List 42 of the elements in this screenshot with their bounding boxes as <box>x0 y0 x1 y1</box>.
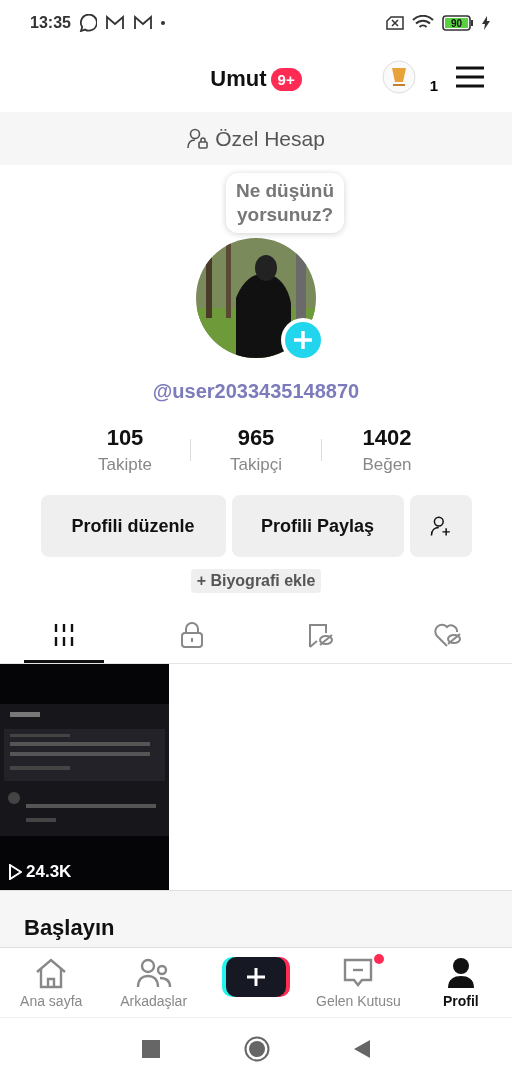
charging-icon <box>482 16 490 30</box>
profile-name: Umut <box>210 66 267 92</box>
nav-item[interactable]: Gelen Kutusu <box>307 948 410 1017</box>
add-bio-button[interactable]: + Biyografi ekle <box>190 569 322 593</box>
grid-icon <box>52 622 76 647</box>
play-icon <box>8 864 22 880</box>
back-icon[interactable] <box>354 1040 370 1058</box>
lock-icon <box>179 620 205 649</box>
message-icon <box>342 956 375 989</box>
thought-bubble[interactable]: Ne düşünü yorsunuz? <box>226 173 344 233</box>
home-button-icon[interactable] <box>244 1036 270 1062</box>
menu-icon[interactable] <box>456 66 484 88</box>
stat-label: Takipte <box>98 455 152 475</box>
battery-icon: 90 <box>442 15 474 31</box>
stat-label: Takipçi <box>230 455 282 475</box>
nav-item[interactable]: Ana sayfa <box>0 948 103 1017</box>
mail-icon <box>132 15 153 31</box>
share-profile-button[interactable]: Profili Paylaş <box>231 495 404 557</box>
coin-count: 1 <box>429 77 438 94</box>
stat-label: Beğen <box>362 455 412 475</box>
notification-badge: 9+ <box>270 67 302 91</box>
sim-off-icon <box>386 16 404 30</box>
add-friend-button[interactable] <box>409 495 472 557</box>
username: @user2033435148870 <box>152 380 360 403</box>
stat-value: 105 <box>106 425 144 451</box>
plus-icon <box>246 966 266 987</box>
chat-app-icon <box>78 14 97 32</box>
status-time: 13:35 <box>30 14 71 32</box>
person-icon <box>445 956 476 989</box>
stat-value: 965 <box>237 425 275 451</box>
section-title: Başlayın <box>24 915 115 941</box>
people-icon <box>135 956 172 989</box>
nav-item[interactable]: Profil <box>409 948 512 1017</box>
nav-item[interactable]: Arkadaşlar <box>102 948 205 1017</box>
view-count: 24.3K <box>26 862 72 882</box>
coin-icon[interactable] <box>381 60 416 94</box>
private-account-icon <box>187 127 210 150</box>
private-account-label: Özel Hesap <box>215 126 325 151</box>
mail-icon <box>104 15 125 31</box>
stat-value: 1402 <box>362 425 412 451</box>
dot-icon <box>160 21 165 25</box>
edit-profile-button[interactable]: Profili düzenle <box>40 495 226 557</box>
